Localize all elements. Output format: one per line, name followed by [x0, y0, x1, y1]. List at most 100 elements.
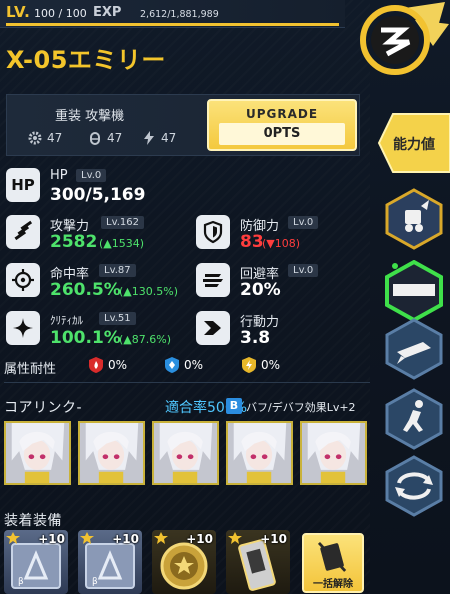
- tab-cycle[interactable]: [383, 455, 445, 517]
- core-link-portrait[interactable]: [4, 421, 71, 485]
- ice-icon: [165, 357, 179, 373]
- attack-level: Lv.162: [101, 216, 144, 229]
- unequip-all-button[interactable]: 一括解除: [302, 533, 364, 593]
- defense-value: 83: [240, 232, 264, 252]
- equip-slot-3-plus: +10: [186, 532, 213, 546]
- character-portrait-icon: [154, 423, 217, 483]
- tab-missile[interactable]: [383, 318, 445, 380]
- stat-evasion: 回避率 Lv.0 20%: [196, 263, 366, 303]
- character-portrait-icon: [6, 423, 69, 483]
- attack-value: 2582: [50, 232, 98, 252]
- core-link-portrait[interactable]: [300, 421, 367, 485]
- action-value: 3.8: [240, 328, 271, 348]
- core-link-label: コアリンク-: [4, 400, 83, 416]
- bullet-icon: [90, 132, 100, 145]
- star-icon: [6, 532, 20, 544]
- class-stat-lightning-value: 47: [161, 131, 177, 145]
- resistance-ice-value: 0%: [184, 358, 204, 372]
- accuracy-delta: (▲130.5%): [119, 285, 178, 298]
- character-status-screen: LV. 100 / 100 EXP 2,612/1,881,989 X-05エミ…: [0, 0, 450, 594]
- equip-slot-3[interactable]: +10: [152, 530, 216, 594]
- core-link-portrait[interactable]: [78, 421, 145, 485]
- section-divider: [4, 382, 370, 383]
- resistance-fire: 0%: [88, 356, 127, 374]
- hp-icon: HP: [6, 168, 40, 202]
- upgrade-button[interactable]: UPGRADE 0PTS: [207, 99, 357, 151]
- hp-icon-text: HP: [11, 176, 35, 194]
- stat-defense: 防御力 Lv.0 83 (▼108): [196, 215, 366, 255]
- evasion-icon: [196, 263, 230, 297]
- star-icon: [80, 532, 94, 544]
- hp-value: 300/5,169: [50, 185, 146, 205]
- resistance-fire-value: 0%: [108, 358, 128, 372]
- class-panel: 重装 攻撃機 47 47 47 UPGRADE 0PTS: [6, 94, 360, 156]
- class-stat-lightning: 47: [141, 130, 176, 146]
- resistance-electric: 0%: [241, 356, 280, 374]
- equip-slot-4[interactable]: +10: [226, 530, 290, 594]
- svg-text:β: β: [92, 577, 98, 587]
- upgrade-points: 0PTS: [263, 126, 301, 141]
- stat-critical: ｸﾘﾃｨｶﾙ Lv.51 100.1% (▲87.6%): [6, 311, 196, 351]
- lightning-icon: [144, 131, 154, 145]
- critical-icon: [6, 311, 40, 345]
- stat-accuracy: 命中率 Lv.87 260.5% (▲130.5%): [6, 263, 196, 303]
- stat-hp: HP HP Lv.0 300/5,169: [6, 168, 186, 208]
- character-portrait-icon: [302, 423, 365, 483]
- fire-icon: [89, 357, 103, 373]
- critical-label: ｸﾘﾃｨｶﾙ: [50, 314, 83, 327]
- level-value: 100 / 100: [34, 7, 87, 20]
- class-name: 重装 攻撃機: [55, 109, 125, 124]
- core-link-portrait[interactable]: [152, 421, 219, 485]
- resistance-ice: 0%: [164, 356, 203, 374]
- emblem-icon: [360, 2, 449, 75]
- class-stat-bullet-value: 47: [107, 131, 123, 145]
- tab-equipment-robot[interactable]: [383, 188, 445, 250]
- equip-slot-1[interactable]: β +10: [4, 530, 68, 594]
- upgrade-label: UPGRADE: [245, 107, 319, 121]
- evasion-value: 20%: [240, 280, 281, 300]
- class-stat-gear-value: 47: [47, 131, 63, 145]
- resistance-electric-value: 0%: [261, 358, 281, 372]
- class-stat-bullet: 47: [87, 130, 122, 146]
- class-stat-gear: 47: [27, 130, 62, 146]
- equip-slot-1-plus: +10: [38, 532, 65, 546]
- tab-ability-label: 能力値: [393, 137, 435, 153]
- unequip-all-label: 一括解除: [313, 579, 353, 590]
- critical-level: Lv.51: [99, 312, 136, 325]
- character-portrait-icon: [228, 423, 291, 483]
- defense-delta: (▼108): [262, 237, 301, 250]
- evasion-level: Lv.0: [288, 264, 319, 277]
- critical-value: 100.1%: [50, 328, 121, 348]
- buff-badge: B: [226, 398, 242, 414]
- character-portrait-icon: [80, 423, 143, 483]
- critical-delta: (▲87.6%): [119, 333, 171, 346]
- action-icon: [196, 311, 230, 345]
- accuracy-value: 260.5%: [50, 280, 121, 300]
- buff-text: バフ/デバフ効果Lv+2: [246, 401, 356, 414]
- character-name: X-05エミリー: [6, 46, 166, 74]
- upgrade-points-box: 0PTS: [219, 123, 345, 145]
- defense-level: Lv.0: [288, 216, 319, 229]
- tab-bar-selected[interactable]: [383, 259, 445, 323]
- equipment-label: 装着装備: [4, 513, 62, 529]
- level-bar: LV. 100 / 100 EXP 2,612/1,881,989: [0, 0, 345, 28]
- star-icon: [228, 532, 242, 544]
- gear-icon: [28, 131, 42, 145]
- unequip-icon: [317, 541, 347, 572]
- attack-icon: [6, 215, 40, 249]
- resistance-label: 属性耐性: [4, 362, 57, 377]
- stat-attack: 攻撃力 Lv.162 2582 (▲1534): [6, 215, 196, 255]
- hp-level: Lv.0: [76, 169, 107, 182]
- equip-slot-4-plus: +10: [260, 532, 287, 546]
- exp-progress-bar: [6, 23, 339, 26]
- accuracy-level: Lv.87: [99, 264, 136, 277]
- core-link-portrait[interactable]: [226, 421, 293, 485]
- tab-ability[interactable]: 能力値: [377, 112, 450, 174]
- shield-icon: [196, 215, 230, 249]
- exp-progress-fill: [6, 23, 339, 26]
- crosshair-icon: [6, 263, 40, 297]
- equip-slot-2[interactable]: β +10: [78, 530, 142, 594]
- tab-runner[interactable]: [383, 388, 445, 450]
- equip-slot-2-plus: +10: [112, 532, 139, 546]
- star-icon: [154, 532, 168, 544]
